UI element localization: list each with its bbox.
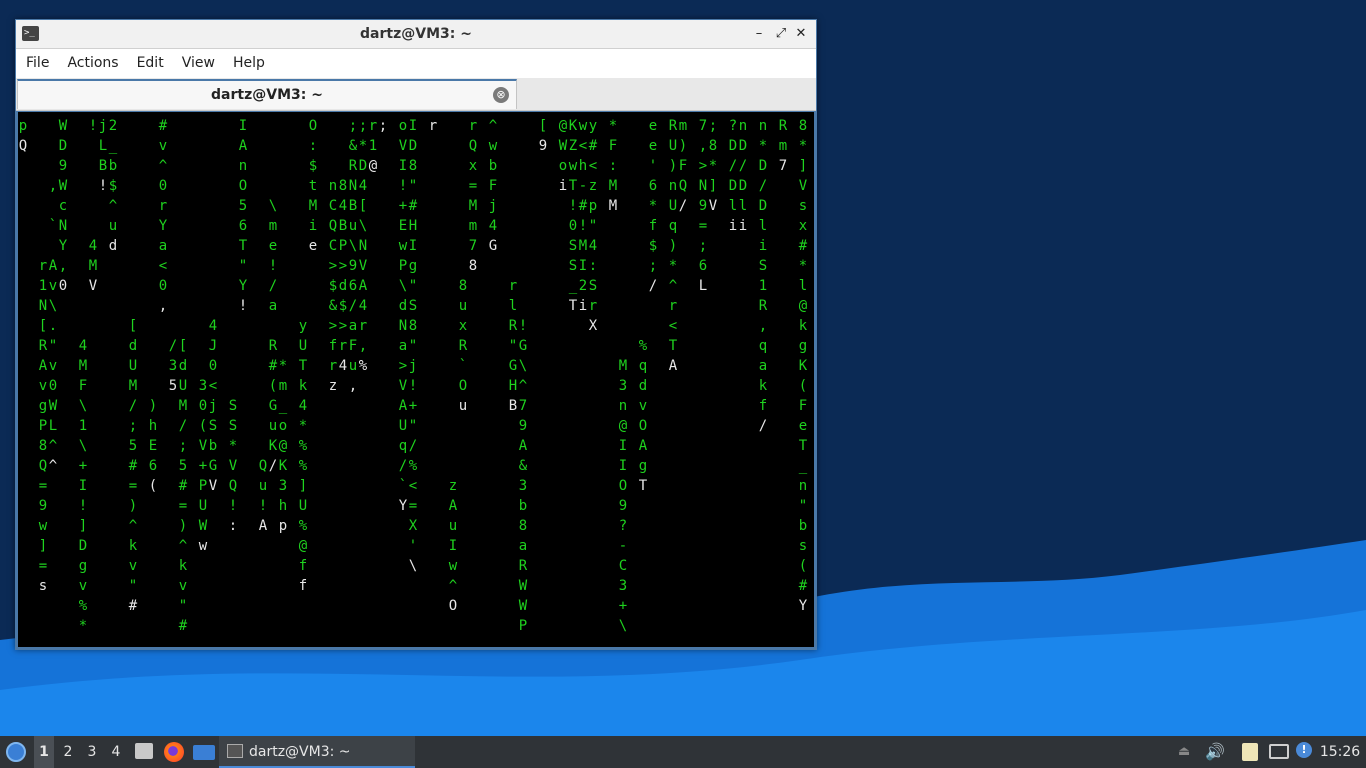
menu-help[interactable]: Help <box>224 49 274 78</box>
matrix-column: ^ w b F j 4 G <box>488 118 498 254</box>
matrix-column: 4 J 0 < j S b G V <box>208 318 218 494</box>
tab-bar: dartz@VM3: ~ ⊗ <box>16 78 816 111</box>
matrix-column: 2 _ b $ ^ u d <box>108 118 118 254</box>
minimize-button[interactable]: – <box>750 25 768 43</box>
notification-icon[interactable]: ! <box>1296 742 1312 758</box>
menu-view[interactable]: View <box>173 49 224 78</box>
menu-edit[interactable]: Edit <box>128 49 173 78</box>
files-icon[interactable] <box>135 743 153 759</box>
matrix-column: [ 9 <box>538 118 548 154</box>
matrix-column: ; 8 * ] V <box>708 118 718 214</box>
matrix-column: R m 7 <box>778 118 788 174</box>
matrix-column: y # < z p " 4 : S r X <box>588 118 598 334</box>
terminal-tab[interactable]: dartz@VM3: ~ ⊗ <box>17 79 517 109</box>
terminal-icon <box>227 744 243 758</box>
terminal-window[interactable]: >_ dartz@VM3: ~ – ⤢ ✕ File Actions Edit Vie… <box>15 19 817 650</box>
window-titlebar[interactable]: >_ dartz@VM3: ~ – ⤢ ✕ <box>16 20 816 49</box>
matrix-column: m ) F Q / <box>678 118 688 214</box>
matrix-column: I A n O 5 6 T " Y ! <box>238 118 248 314</box>
taskbar-terminal-task[interactable]: dartz@VM3: ~ <box>219 736 415 768</box>
terminal-output[interactable]: p Q r 1 N [ R A v g P 8 Q = 9 w ] = s , … <box>18 112 814 647</box>
volume-icon[interactable]: 🔊 <box>1205 742 1225 762</box>
matrix-column: ! G \ ^ 7 9 A & 3 b 8 a R W W P <box>518 318 528 634</box>
taskbar: 1 2 3 4 dartz@VM3: ~ ⏏ 🔊 ! 15:26 <box>0 736 1366 768</box>
matrix-column: [ d U M / ; 5 # = ) ^ k v " # <box>128 318 138 614</box>
matrix-column: e e ' 6 * f $ ; / <box>648 118 658 294</box>
menu-file[interactable]: File <box>16 49 58 78</box>
workspace-4[interactable]: 4 <box>106 736 126 768</box>
matrix-column: r <box>428 118 438 134</box>
network-icon[interactable] <box>1269 744 1289 759</box>
clock[interactable]: 15:26 <box>1318 736 1362 768</box>
matrix-column: [ d U M / ; 5 # = ) ^ k v " # <box>178 338 188 634</box>
workspace-2[interactable]: 2 <box>58 736 78 768</box>
matrix-column: n D / D l i <box>738 118 748 234</box>
menu-actions[interactable]: Actions <box>58 49 127 78</box>
clipboard-icon[interactable] <box>1242 743 1258 761</box>
eject-icon[interactable]: ⏏ <box>1178 744 1192 760</box>
matrix-column: W D 9 W c N Y , 0 <box>58 118 68 294</box>
matrix-column: 8 * ] V s x # * l @ k g K ( F e T _ n " … <box>798 118 808 614</box>
matrix-column: * m _ o @ K 3 h p <box>278 358 288 534</box>
desktop-icon[interactable] <box>193 745 215 760</box>
matrix-column: p Q <box>18 118 28 154</box>
tab-close-icon[interactable]: ⊗ <box>493 87 509 103</box>
task-label: dartz@VM3: ~ <box>249 744 351 760</box>
matrix-column: M 3 n @ I I O 9 ? - C 3 + \ <box>618 358 628 634</box>
firefox-icon[interactable] <box>164 742 184 762</box>
lxqt-start-icon[interactable] <box>6 742 26 762</box>
tab-label: dartz@VM3: ~ <box>211 87 323 103</box>
matrix-column: r Q x = M m 7 8 <box>468 118 478 274</box>
menu-bar: File Actions Edit View Help <box>16 49 816 78</box>
matrix-column: O : $ t M i e <box>308 118 318 254</box>
matrix-column: n * D / D l i S 1 R , q a k f / <box>758 118 768 434</box>
window-title: dartz@VM3: ~ <box>360 26 472 42</box>
workspace-1[interactable]: 1 <box>34 736 54 768</box>
close-button[interactable]: ✕ <box>792 25 810 43</box>
maximize-button[interactable]: ⤢ <box>772 25 790 43</box>
matrix-column: I D 8 " # H I g " S 8 " j ! + " / % < = … <box>408 118 418 574</box>
matrix-column: ; <box>378 118 388 134</box>
workspace-3[interactable]: 3 <box>82 736 102 768</box>
